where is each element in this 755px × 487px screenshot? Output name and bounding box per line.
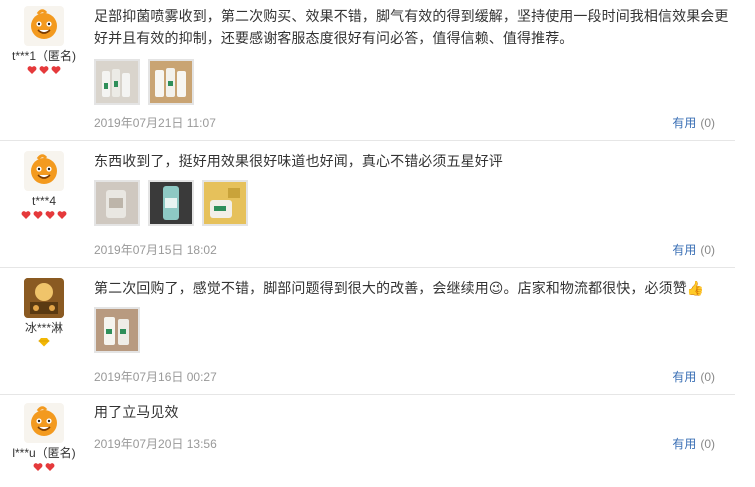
reviewer-info: t***1（匿名) [0,0,88,77]
avatar[interactable] [24,151,64,191]
useful-count: (0) [700,243,715,257]
heart-icon [27,66,37,74]
review-photo-thumbnail[interactable] [94,59,140,105]
review-photo-thumbnail[interactable] [94,307,140,353]
useful-label[interactable]: 有用 [672,116,696,130]
useful-button[interactable]: 有用 (0) [672,368,715,385]
review-date: 2019年07月20日 13:56 [94,437,217,451]
useful-label[interactable]: 有用 [672,370,696,384]
review-date: 2019年07月15日 18:02 [94,243,217,257]
useful-button[interactable]: 有用 (0) [672,435,715,452]
review-content: 第二次回购了，感觉不错，脚部问题得到很大的改善，会继续用😉。店家和物流都很快，必… [94,268,735,353]
review-item: 冰***淋 第二次回购了，感觉不错，脚部问题得到很大的改善，会继续用😉。店家和物… [0,268,735,395]
username: t***1（匿名) [11,49,76,63]
review-photo-thumbnail[interactable] [148,180,194,226]
heart-icon [33,211,43,219]
review-content: 东西收到了，挺好用效果很好味道也好闻，真心不错必须五星好评 [94,141,735,226]
reviewer-info: l***u（匿名) [0,395,88,474]
username: 冰***淋 [24,321,63,335]
review-text: 足部抑菌喷雾收到，第二次购买、效果不错，脚气有效的得到缓解，坚持使用一段时间我相… [94,8,729,46]
review-item: l***u（匿名) 用了立马见效 2019年07月20日 13:56 有用 (0) [0,395,735,487]
review-photo-thumbnail[interactable] [202,180,248,226]
review-text: 用了立马见效 [94,404,179,420]
user-level [0,462,88,474]
avatar[interactable] [24,6,64,46]
user-level [0,210,88,222]
review-text: 第二次回购了，感觉不错，脚部问题得到很大的改善，会继续用😉。店家和物流都很快，必… [94,280,705,296]
useful-count: (0) [700,116,715,130]
review-photo-thumbnail[interactable] [94,180,140,226]
useful-button[interactable]: 有用 (0) [672,241,715,258]
diamond-icon [38,338,50,347]
review-photos [94,180,735,226]
useful-button[interactable]: 有用 (0) [672,114,715,131]
username: t***4 [31,194,57,208]
useful-label[interactable]: 有用 [672,243,696,257]
review-photos [94,59,735,105]
reviewer-info: t***4 [0,141,88,222]
review-date: 2019年07月21日 11:07 [94,116,216,130]
heart-icon [45,463,55,471]
avatar[interactable] [24,278,64,318]
avatar[interactable] [24,403,64,443]
user-level [0,337,88,349]
review-item: t***4 东西收到了，挺好用效果很好味道也好闻，真心不错必须五星好评 2019… [0,141,735,268]
useful-count: (0) [700,370,715,384]
review-photo-thumbnail[interactable] [148,59,194,105]
review-date: 2019年07月16日 00:27 [94,370,217,384]
heart-icon [57,211,67,219]
review-content: 用了立马见效 [94,395,735,423]
review-list: t***1（匿名) 足部抑菌喷雾收到，第二次购买、效果不错，脚气有效的得到缓解，… [0,0,735,487]
useful-label[interactable]: 有用 [672,437,696,451]
heart-icon [21,211,31,219]
heart-icon [39,66,49,74]
review-text: 东西收到了，挺好用效果很好味道也好闻，真心不错必须五星好评 [94,153,503,169]
user-level [0,65,88,77]
review-item: t***1（匿名) 足部抑菌喷雾收到，第二次购买、效果不错，脚气有效的得到缓解，… [0,0,735,141]
review-photos [94,307,735,353]
username: l***u（匿名) [12,446,76,460]
review-content: 足部抑菌喷雾收到，第二次购买、效果不错，脚气有效的得到缓解，坚持使用一段时间我相… [94,0,735,105]
heart-icon [45,211,55,219]
useful-count: (0) [700,437,715,451]
heart-icon [51,66,61,74]
heart-icon [33,463,43,471]
reviewer-info: 冰***淋 [0,268,88,349]
